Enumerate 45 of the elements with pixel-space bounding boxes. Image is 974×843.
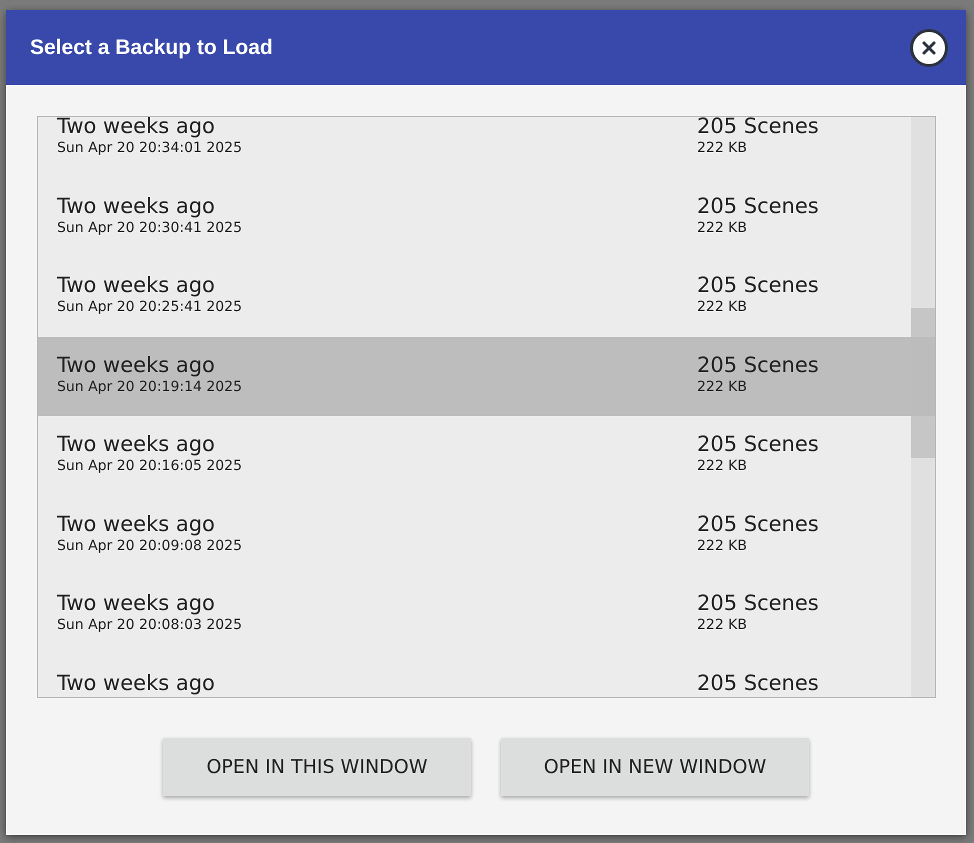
scene-count: 205 Scenes [697, 591, 819, 616]
backup-age: Two weeks ago [57, 273, 216, 298]
file-size: 222 KB [697, 536, 748, 554]
scene-count: 205 Scenes [697, 432, 819, 457]
scene-count: 205 Scenes [697, 670, 819, 696]
file-size: 222 KB [697, 218, 748, 236]
scrollbar[interactable] [911, 117, 935, 697]
open-button[interactable]: OPEN IN THIS WINDOW [163, 738, 471, 796]
backup-row[interactable]: Two weeks ago 205 Scenes [38, 654, 935, 697]
backup-age: Two weeks ago [57, 194, 216, 218]
scene-count: 205 Scenes [697, 512, 819, 536]
backup-date: Sun Apr 20 20:34:01 2025 [57, 139, 243, 157]
backup-date: Sun Apr 20 20:09:08 2025 [57, 536, 243, 554]
backup-row[interactable]: Two weeks ago Sun Apr 20 20:25:41 2025 205 Scenes 222 KB [38, 257, 935, 336]
backup-age: Two weeks ago [57, 591, 216, 616]
backup-age: Two weeks ago [57, 117, 216, 139]
backup-age: Two weeks ago [57, 352, 216, 378]
backup-age: Two weeks ago [57, 432, 216, 457]
file-size: 222 KB [697, 457, 748, 475]
backup-date: Sun Apr 20 20:25:41 2025 [57, 298, 243, 316]
backup-row[interactable]: Two weeks ago Sun Apr 20 20:08:03 2025 205 Scenes 222 KB [38, 575, 935, 654]
backup-age: Two weeks ago [57, 670, 216, 696]
backup-age: Two weeks ago [57, 512, 216, 536]
file-size: 222 KB [697, 139, 748, 157]
scene-count: 205 Scenes [697, 273, 819, 298]
backup-date: Sun Apr 20 20:08:03 2025 [57, 616, 243, 634]
dialog-title: Select a Backup to Load [30, 36, 273, 60]
backup-row[interactable]: Two weeks ago Sun Apr 20 20:34:01 2025 205 Scenes 222 KB [38, 117, 935, 178]
backup-row[interactable]: Two weeks ago Sun Apr 20 20:09:08 2025 205 Scenes 222 KB [38, 496, 935, 575]
scrollbar-thumb[interactable] [911, 308, 935, 458]
backup-row[interactable]: Two weeks ago Sun Apr 20 20:19:14 2025 205 Scenes 222 KB [38, 336, 935, 416]
close-icon [921, 40, 937, 56]
backup-row[interactable]: Two weeks ago Sun Apr 20 20:16:05 2025 205 Scenes 222 KB [38, 416, 935, 496]
scene-count: 205 Scenes [697, 352, 819, 378]
scene-count: 205 Scenes [697, 194, 819, 218]
backup-row[interactable]: Two weeks ago Sun Apr 20 20:30:41 2025 205 Scenes 222 KB [38, 178, 935, 257]
scene-count: 205 Scenes [697, 117, 819, 139]
close-button[interactable] [910, 28, 948, 66]
file-size: 222 KB [697, 298, 748, 316]
backup-date: Sun Apr 20 20:30:41 2025 [57, 218, 243, 236]
file-size: 222 KB [697, 378, 748, 396]
backup-date: Sun Apr 20 20:16:05 2025 [57, 457, 243, 475]
file-size: 222 KB [697, 616, 748, 634]
backup-date: Sun Apr 20 20:19:14 2025 [57, 378, 243, 396]
open-button[interactable]: OPEN IN NEW WINDOW [501, 738, 809, 796]
